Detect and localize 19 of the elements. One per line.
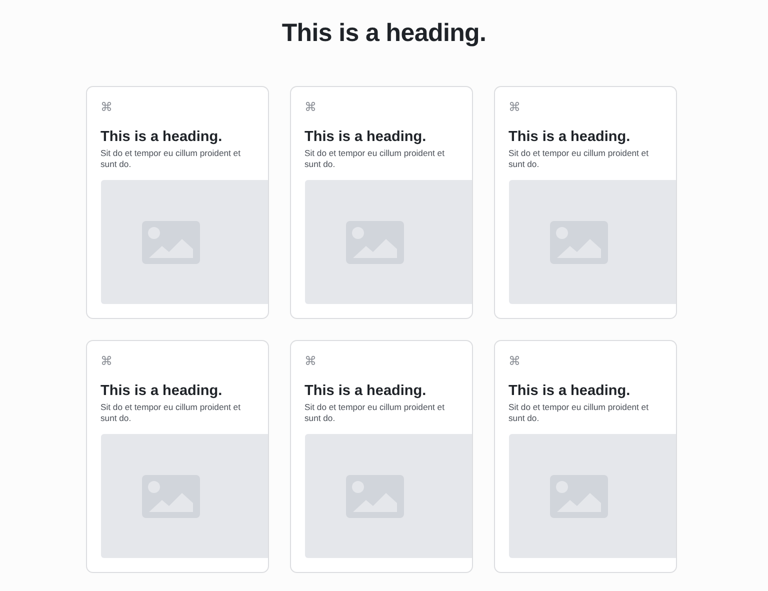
- card-text: Sit do et tempor eu cillum proident et sunt do.: [304, 402, 446, 424]
- card-heading: This is a heading.: [100, 382, 222, 400]
- card-heading: This is a heading.: [100, 128, 222, 146]
- card-text: Sit do et tempor eu cillum proident et sunt do.: [508, 148, 650, 170]
- card-text: Sit do et tempor eu cillum proident et sunt do.: [508, 402, 650, 424]
- command-icon: ⌘: [508, 354, 520, 368]
- command-icon: ⌘: [100, 100, 112, 114]
- card-text: Sit do et tempor eu cillum proident et sunt do.: [304, 148, 446, 170]
- card-heading: This is a heading.: [508, 128, 630, 146]
- card-heading: This is a heading.: [304, 382, 426, 400]
- page-heading: This is a heading.: [282, 18, 486, 48]
- command-icon: ⌘: [100, 354, 112, 368]
- card-text: Sit do et tempor eu cillum proident et sunt do.: [100, 402, 242, 424]
- command-icon: ⌘: [304, 354, 316, 368]
- command-icon: ⌘: [304, 100, 316, 114]
- command-icon: ⌘: [508, 100, 520, 114]
- card-heading: This is a heading.: [304, 128, 426, 146]
- card-heading: This is a heading.: [508, 382, 630, 400]
- card-text: Sit do et tempor eu cillum proident et sunt do.: [100, 148, 242, 170]
